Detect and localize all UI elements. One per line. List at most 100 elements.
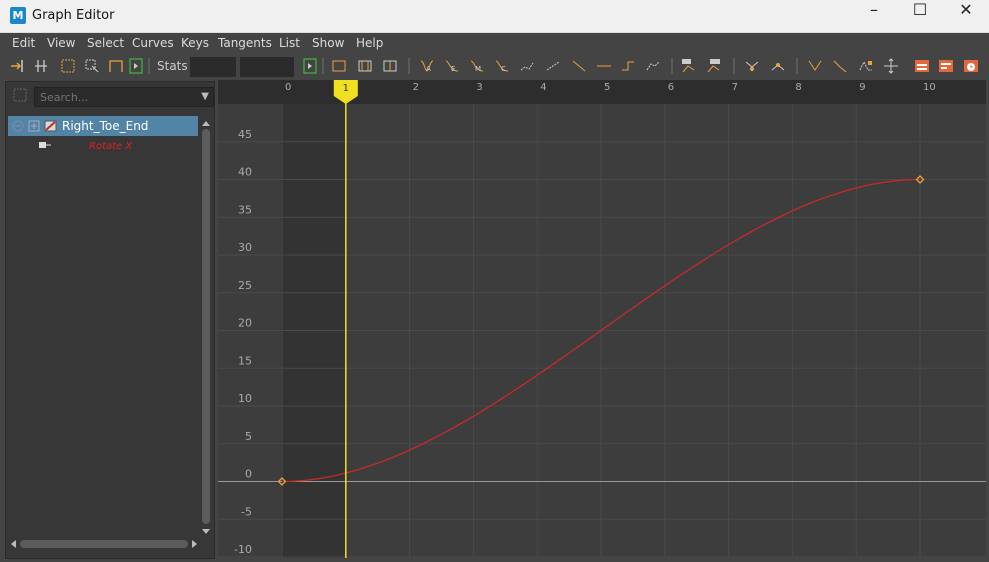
menu-select[interactable]: Select: [87, 36, 124, 50]
frame-tick-label: 4: [540, 82, 546, 93]
toolbar-separator: [322, 58, 324, 74]
current-frame-label: 1: [343, 83, 349, 94]
value-tick-label: 5: [245, 430, 252, 443]
menu-curves[interactable]: Curves: [132, 36, 174, 50]
scroll-up-icon[interactable]: [201, 119, 211, 127]
time-ruler[interactable]: [218, 80, 986, 104]
outliner-horizontal-scrollbar[interactable]: [20, 540, 188, 548]
graph-view[interactable]: 012345678910 454035302520151050-5-10 1: [218, 80, 986, 558]
scroll-down-icon[interactable]: [201, 528, 211, 536]
menu-list[interactable]: List: [279, 36, 300, 50]
buffer-curve-snapshot-icon[interactable]: [681, 58, 697, 74]
title-bar: M Graph Editor – ☐ ✕: [0, 0, 989, 33]
move-nearest-key-icon[interactable]: [9, 58, 25, 74]
swap-buffer-curve-icon[interactable]: [706, 58, 722, 74]
flat-tangent-icon[interactable]: [519, 58, 535, 74]
dope-sheet-icon[interactable]: [914, 58, 930, 74]
outliner-row-right-toe-end[interactable]: Right_Toe_End: [8, 116, 198, 136]
value-tick-label: 15: [238, 354, 252, 367]
flat-key-icon[interactable]: [596, 58, 612, 74]
time-editor-icon[interactable]: [963, 58, 979, 74]
stepped-key-icon[interactable]: [620, 58, 636, 74]
value-tick-label: -10: [234, 543, 252, 556]
frame-tick-label: 0: [285, 82, 291, 93]
frame-playback-range-icon[interactable]: [357, 58, 373, 74]
value-tick-label: 0: [245, 468, 252, 481]
curve-graph[interactable]: 012345678910 454035302520151050-5-10 1: [218, 80, 986, 558]
value-tick-label: 35: [238, 203, 252, 216]
close-button[interactable]: ✕: [943, 0, 989, 32]
svg-text:M: M: [475, 65, 481, 73]
frame-all-icon[interactable]: [331, 58, 347, 74]
scroll-right-icon[interactable]: [191, 539, 199, 549]
clamped-tangent-icon[interactable]: M: [469, 58, 485, 74]
spline-tangent-icon[interactable]: E: [444, 58, 460, 74]
retime-tool-icon[interactable]: [108, 58, 124, 74]
lock-tangent-weight-icon[interactable]: [832, 58, 848, 74]
stats-toggle-icon[interactable]: [129, 58, 145, 74]
free-tangent-weight-icon[interactable]: [807, 58, 823, 74]
region-select-icon[interactable]: [84, 58, 100, 74]
value-tick-label: 45: [238, 128, 252, 141]
break-tangents-icon[interactable]: [744, 58, 760, 74]
menu-tangents[interactable]: Tangents: [218, 36, 272, 50]
joint-icon: [44, 120, 57, 132]
scroll-left-icon[interactable]: [9, 539, 17, 549]
search-input[interactable]: [38, 89, 192, 106]
filter-icon[interactable]: [12, 87, 28, 103]
stats-time-field[interactable]: [190, 57, 236, 77]
stats-label: Stats: [157, 59, 188, 73]
frame-tick-label: 5: [604, 82, 610, 93]
maya-app-icon: M: [10, 7, 26, 24]
frame-tick-label: 3: [476, 82, 482, 93]
value-tick-label: 10: [238, 392, 252, 405]
maximize-button[interactable]: ☐: [897, 0, 943, 32]
value-tick-label: 30: [238, 241, 252, 254]
stats-value-field[interactable]: [240, 57, 294, 77]
value-tick-label: 25: [238, 279, 252, 292]
svg-text:C: C: [501, 65, 506, 73]
search-dropdown-arrow-icon[interactable]: ▼: [201, 91, 209, 102]
expand-toggle-icon[interactable]: [28, 120, 40, 132]
minimize-button[interactable]: –: [851, 0, 897, 32]
menu-edit[interactable]: Edit: [12, 36, 35, 50]
frame-tick-label: 9: [859, 82, 865, 93]
stats-expand-icon[interactable]: [303, 58, 319, 74]
value-tick-label: -5: [241, 505, 252, 518]
graph-editor-window: M Graph Editor – ☐ ✕ Edit View Select Cu…: [0, 0, 989, 562]
frame-tick-label: 2: [413, 82, 419, 93]
value-tick-label: 40: [238, 166, 252, 179]
outliner-vertical-scrollbar[interactable]: [202, 129, 210, 524]
svg-text:A: A: [426, 65, 431, 73]
toolbar-separator: [733, 58, 735, 74]
step-tangent-icon[interactable]: [545, 58, 561, 74]
menu-view[interactable]: View: [47, 36, 75, 50]
insert-keys-icon[interactable]: [33, 58, 49, 74]
pre-infinity-cycle-icon[interactable]: [858, 58, 874, 74]
linear-key-icon[interactable]: [571, 58, 587, 74]
toolbar-separator: [671, 58, 673, 74]
menu-help[interactable]: Help: [356, 36, 383, 50]
search-box[interactable]: ▼: [34, 87, 214, 107]
auto-tangent-icon[interactable]: A: [419, 58, 435, 74]
center-current-time-icon[interactable]: [382, 58, 398, 74]
unify-tangents-icon[interactable]: [770, 58, 786, 74]
post-infinity-cycle-icon[interactable]: [883, 58, 899, 74]
attribute-rotate-x[interactable]: Rotate X: [89, 141, 132, 152]
toolbar-separator: [796, 58, 798, 74]
attribute-curve-icon: [39, 142, 51, 148]
frame-tick-label: 6: [668, 82, 674, 93]
menu-show[interactable]: Show: [312, 36, 344, 50]
frame-tick-label: 7: [732, 82, 738, 93]
window-title: Graph Editor: [32, 8, 115, 23]
lattice-deform-icon[interactable]: [60, 58, 76, 74]
value-tick-label: 20: [238, 317, 252, 330]
plateau-key-icon[interactable]: [645, 58, 661, 74]
frame-tick-label: 8: [795, 82, 801, 93]
svg-text:E: E: [451, 65, 455, 73]
trax-editor-icon[interactable]: [938, 58, 954, 74]
linear-tangent-icon[interactable]: C: [494, 58, 510, 74]
collapse-toggle-icon[interactable]: [12, 120, 24, 132]
toolbar-separator: [148, 58, 150, 74]
menu-keys[interactable]: Keys: [181, 36, 209, 50]
